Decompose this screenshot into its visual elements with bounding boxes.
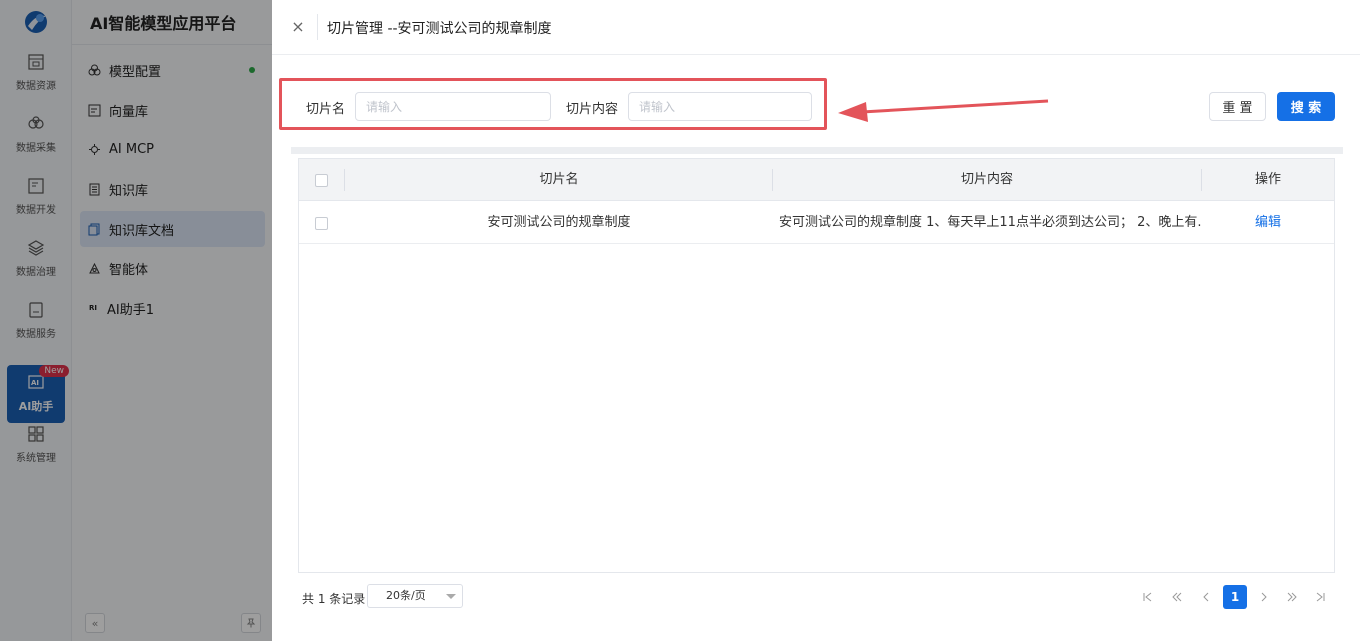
- slice-management-drawer: × 切片管理 --安可测试公司的规章制度 切片名 切片内容 重 置 搜 索 切片…: [272, 0, 1360, 641]
- prev-group-button[interactable]: [1165, 585, 1189, 609]
- drawer-title: 切片管理 --安可测试公司的规章制度: [327, 21, 552, 37]
- page-size-value: 20条/页: [386, 589, 426, 602]
- slice-name-label: 切片名: [306, 102, 346, 117]
- page-size-select[interactable]: 20条/页: [367, 584, 463, 608]
- annotation-arrow-icon: [838, 99, 1049, 122]
- next-page-button[interactable]: [1252, 585, 1276, 609]
- page-number-current[interactable]: 1: [1223, 585, 1247, 609]
- slice-table: 切片名 切片内容 操作 安可测试公司的规章制度 安可测试公司的规章制度 1、每天…: [298, 158, 1335, 573]
- cell-slice-name: 安可测试公司的规章制度: [487, 215, 631, 230]
- slice-name-input[interactable]: [355, 92, 551, 121]
- last-page-icon: [1316, 592, 1325, 602]
- header-divider: [317, 14, 318, 40]
- search-button[interactable]: 搜 索: [1277, 92, 1335, 121]
- drawer-header: × 切片管理 --安可测试公司的规章制度: [272, 0, 1360, 55]
- column-header-actions: 操作: [1254, 172, 1281, 187]
- cell-slice-content: 安可测试公司的规章制度 1、每天早上11点半必须到达公司； 2、晚上有...: [779, 215, 1201, 230]
- next-group-button[interactable]: [1280, 585, 1304, 609]
- modal-overlay[interactable]: [0, 0, 272, 641]
- reset-button[interactable]: 重 置: [1209, 92, 1266, 121]
- edit-link[interactable]: 编辑: [1202, 201, 1334, 244]
- prev-page-button[interactable]: [1194, 585, 1218, 609]
- total-records: 共 1 条记录: [302, 592, 366, 606]
- row-checkbox[interactable]: [315, 217, 328, 230]
- select-all-checkbox[interactable]: [315, 174, 328, 187]
- caret-down-icon: [446, 594, 456, 599]
- table-row: 安可测试公司的规章制度 安可测试公司的规章制度 1、每天早上11点半必须到达公司…: [299, 201, 1334, 244]
- chevron-left-icon: [1203, 592, 1209, 602]
- first-page-icon: [1143, 592, 1152, 602]
- double-chevron-right-icon: [1287, 592, 1297, 602]
- column-header-name[interactable]: 切片名: [345, 159, 773, 201]
- last-page-button[interactable]: [1308, 585, 1332, 609]
- slice-content-input[interactable]: [628, 92, 812, 121]
- slice-content-label: 切片内容: [566, 102, 619, 117]
- chevron-right-icon: [1261, 592, 1267, 602]
- double-chevron-left-icon: [1172, 592, 1182, 602]
- table-header: 切片名 切片内容 操作: [299, 159, 1334, 201]
- section-divider: [291, 147, 1343, 154]
- column-header-content[interactable]: 切片内容: [773, 159, 1201, 201]
- close-icon[interactable]: ×: [290, 19, 306, 35]
- first-page-button[interactable]: [1136, 585, 1160, 609]
